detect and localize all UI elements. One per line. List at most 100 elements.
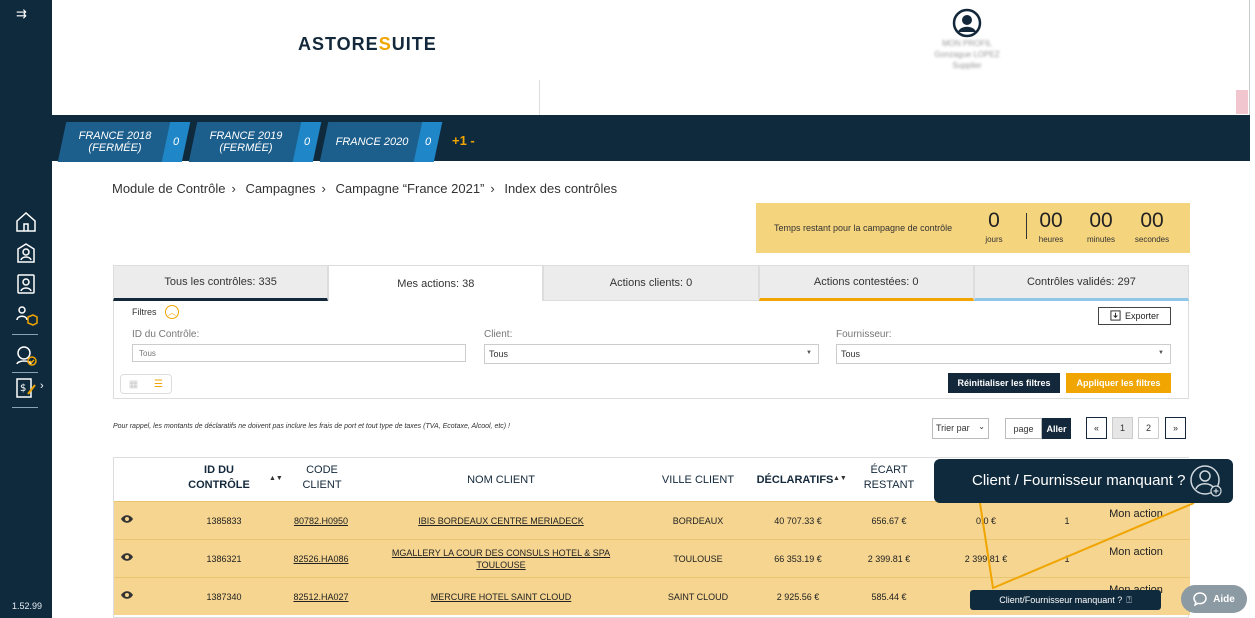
missing-client-button[interactable]: Client/Fournisseur manquant ? ⍰: [970, 590, 1161, 610]
id-filter-input[interactable]: Tous: [132, 344, 466, 362]
profile-link[interactable]: MON PROFIL: [912, 38, 1022, 49]
home-icon[interactable]: [13, 209, 39, 235]
tab-contested-actions[interactable]: Actions contestées: 0: [758, 265, 974, 301]
breadcrumb-current: Index des contrôles: [504, 181, 618, 196]
tab-client-actions[interactable]: Actions clients: 0: [543, 265, 759, 301]
list-view-icon[interactable]: ☰: [146, 375, 171, 393]
col-id-header[interactable]: ID DU CONTRÔLE: [180, 463, 258, 493]
breadcrumb: Module de Contrôle › Campagnes › Campagne …: [112, 181, 618, 196]
logo[interactable]: ASTORESUITE: [298, 34, 437, 55]
campaign-label: FRANCE 2020: [335, 136, 409, 148]
cell-code[interactable]: 82512.HA027: [286, 592, 356, 602]
cell-count: 1: [1064, 516, 1070, 526]
tooltip-text: Client / Fournisseur manquant ?: [972, 472, 1186, 489]
tab-my-actions[interactable]: Mes actions: 38: [328, 265, 544, 301]
client-filter-label: Client:: [484, 329, 513, 340]
cell-gap: 656.67 €: [871, 516, 907, 526]
user-add-icon: [1190, 465, 1222, 497]
campaign-tab-2019[interactable]: FRANCE 2019 (FERMÉE) 0: [188, 122, 322, 162]
profile-role: Supplier: [952, 61, 982, 70]
table-row[interactable]: 1386321 82526.HA086 MGALLERY LA COUR DES…: [114, 539, 1190, 577]
col-name-header: NOM CLIENT: [467, 474, 535, 486]
help-button[interactable]: Aide: [1181, 585, 1247, 613]
campaign-count: 0: [292, 122, 322, 162]
grid-view-icon[interactable]: ▦: [121, 375, 146, 393]
export-button[interactable]: Exporter: [1098, 307, 1171, 325]
reset-filters-button[interactable]: Réinitialiser les filtres: [948, 373, 1060, 393]
eye-icon[interactable]: [120, 590, 134, 600]
page-input[interactable]: page: [1005, 418, 1042, 439]
contacts-icon[interactable]: [13, 271, 39, 297]
cell-city: SAINT CLOUD: [667, 592, 729, 602]
user-profile-icon[interactable]: [13, 240, 39, 266]
table-row[interactable]: 1385833 80782.H0950 IBIS BORDEAUX CENTRE…: [114, 501, 1190, 539]
campaign-count: 0: [413, 122, 443, 162]
client-filter-select[interactable]: Tous ▼: [484, 344, 819, 364]
cell-amount: 0.0 €: [975, 516, 997, 526]
left-rail: ⇉ $ › 1.52.99: [0, 0, 52, 618]
action-link[interactable]: Mon action: [1106, 546, 1166, 559]
sort-icon[interactable]: ▲▼: [833, 475, 847, 482]
campaign-tab-2018[interactable]: FRANCE 2018 (FERMÉE) 0: [57, 122, 191, 162]
user-avatar-icon[interactable]: [952, 8, 982, 38]
breadcrumb-item[interactable]: Campagnes: [245, 181, 315, 196]
timer-seconds: 00 secondes: [1134, 209, 1170, 244]
chevron-right-icon[interactable]: ›: [40, 380, 44, 392]
cell-gap: 585.44 €: [871, 592, 907, 602]
cell-name[interactable]: IBIS BORDEAUX CENTRE MERIADECK: [394, 516, 608, 526]
go-button[interactable]: Aller: [1042, 418, 1071, 439]
svg-text:$: $: [20, 383, 26, 394]
cell-id: 1385833: [206, 516, 242, 526]
missing-client-tooltip: Client / Fournisseur manquant ?: [934, 459, 1233, 503]
profile-menu[interactable]: MON PROFIL Gonzague LOPEZ Supplier: [912, 8, 1022, 71]
col-gap-header: ÉCART RESTANT: [863, 464, 915, 491]
timer-hours: 00 heures: [1038, 209, 1064, 244]
timer-label: Temps restant pour la campagne de contrô…: [774, 223, 953, 233]
view-toggle: ▦ ☰: [120, 374, 172, 394]
supplier-filter-select[interactable]: Tous ▼: [836, 344, 1171, 364]
cell-id: 1386321: [206, 554, 242, 564]
profile-name: Gonzague LOPEZ: [934, 50, 1000, 59]
apply-filters-button[interactable]: Appliquer les filtres: [1066, 373, 1171, 393]
campaign-label: FRANCE 2018 (FERMÉE): [78, 130, 152, 154]
filters-panel: Filtres ︿ ID du Contrôle: Tous Client: T…: [113, 301, 1189, 399]
tab-all-controls[interactable]: Tous les contrôles: 335: [113, 265, 329, 301]
control-module-icon[interactable]: $: [13, 375, 39, 401]
campaign-tab-2020[interactable]: FRANCE 2020 0: [319, 122, 443, 162]
cell-declared: 66 353.19 €: [774, 554, 822, 564]
page-2-button[interactable]: 2: [1138, 417, 1159, 439]
next-page-button[interactable]: »: [1165, 417, 1186, 439]
action-link[interactable]: Mon action: [1106, 508, 1166, 521]
campaign-count: 0: [161, 122, 191, 162]
cell-code[interactable]: 80782.H0950: [286, 516, 356, 526]
cell-id: 1387340: [206, 592, 242, 602]
eye-icon[interactable]: [120, 552, 134, 562]
more-campaigns-toggle[interactable]: +1 -: [452, 133, 475, 148]
id-filter-label: ID du Contrôle:: [132, 329, 200, 340]
breadcrumb-item[interactable]: Module de Contrôle: [112, 181, 225, 196]
menu-toggle-icon[interactable]: ⇉: [16, 6, 27, 22]
search-check-icon[interactable]: [13, 343, 39, 369]
tab-validated-controls[interactable]: Contrôles validés: 297: [973, 265, 1190, 301]
chat-bubble-icon: [1193, 592, 1207, 606]
header: ASTORESUITE MON PROFIL Gonzague LOPEZ Su…: [52, 0, 1250, 115]
cell-city: BORDEAUX: [672, 516, 724, 526]
prev-page-button[interactable]: «: [1086, 417, 1107, 439]
cell-name[interactable]: MERCURE HOTEL SAINT CLOUD: [394, 592, 608, 602]
page-1-button[interactable]: 1: [1112, 417, 1133, 439]
cell-declared: 40 707.33 €: [774, 516, 822, 526]
app-version: 1.52.99: [12, 601, 43, 611]
cell-city: TOULOUSE: [673, 554, 723, 564]
chevron-up-icon[interactable]: ︿: [165, 305, 179, 319]
eye-icon[interactable]: [120, 514, 134, 524]
cell-name[interactable]: MGALLERY LA COUR DES CONSULS HOTEL & SPA…: [384, 547, 618, 571]
sort-icon[interactable]: ▲▼: [269, 475, 283, 482]
supplier-box-icon[interactable]: [13, 303, 39, 329]
caret-down-icon: ▼: [806, 350, 812, 356]
col-declared-header[interactable]: DÉCLARATIFS: [752, 473, 838, 488]
cell-count: 1: [1064, 554, 1070, 564]
chevron-down-icon: ⌄: [978, 422, 985, 431]
cell-code[interactable]: 82526.HA086: [286, 554, 356, 564]
sort-select[interactable]: Trier par ⌄: [932, 418, 989, 439]
breadcrumb-item[interactable]: Campagne “France 2021”: [336, 181, 485, 196]
